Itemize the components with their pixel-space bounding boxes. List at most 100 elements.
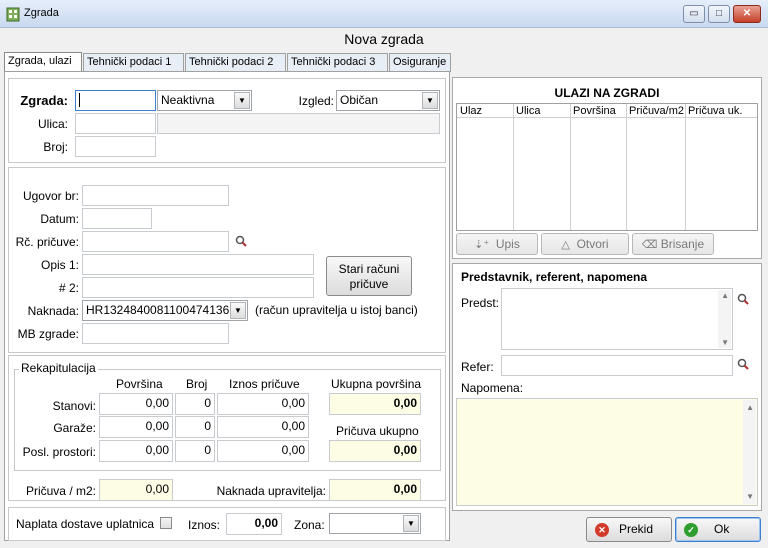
- prekid-button[interactable]: ✕ Prekid: [586, 517, 672, 542]
- broj-input[interactable]: [75, 136, 156, 157]
- ugovor-label: Ugovor br:: [22, 189, 79, 203]
- refer-label: Refer:: [461, 360, 494, 374]
- izgled-label: Izgled:: [298, 94, 334, 108]
- minimize-button[interactable]: ▭: [683, 5, 705, 23]
- row-garaze-label: Garaže:: [53, 421, 96, 435]
- open-icon: △: [561, 239, 570, 251]
- naknada-label: Naknada:: [27, 304, 79, 318]
- posl-prostori-broj[interactable]: 0: [175, 440, 215, 462]
- upis-label: Upis: [495, 237, 520, 251]
- column-divider: [626, 104, 627, 230]
- building-icon: [6, 7, 20, 22]
- stanovi-povrsina[interactable]: 0,00: [99, 393, 173, 415]
- recap-legend: Rekapitulacija: [19, 361, 98, 375]
- tab-zgrada-ulazi[interactable]: Zgrada, ulazi: [4, 52, 82, 72]
- zona-select[interactable]: ▼: [329, 513, 421, 534]
- search-icon[interactable]: [737, 358, 749, 370]
- pricuva-ukupno-label: Pričuva ukupno: [336, 424, 419, 438]
- row-posl-prostori-label: Posl. prostori:: [22, 445, 96, 459]
- naplata-checkbox[interactable]: [160, 517, 172, 529]
- zgrada-input[interactable]: [75, 90, 156, 111]
- scroll-up-icon[interactable]: ▲: [721, 291, 729, 300]
- chevron-down-icon[interactable]: ▼: [230, 302, 246, 319]
- ulica-name-field: [157, 113, 440, 134]
- garaze-broj[interactable]: 0: [175, 416, 215, 438]
- brisanje-button[interactable]: ⌫ Brisanje: [632, 233, 714, 255]
- tab-tehnicki-2[interactable]: Tehnički podaci 2: [185, 53, 286, 72]
- rc-pricuve-input[interactable]: [82, 231, 229, 252]
- close-button[interactable]: ✕: [733, 5, 761, 23]
- tab-tehnicki-3[interactable]: Tehnički podaci 3: [287, 53, 388, 72]
- zgrada-label: Zgrada:: [20, 93, 68, 108]
- stanovi-broj[interactable]: 0: [175, 393, 215, 415]
- col-ulaz: Ulaz: [460, 105, 483, 117]
- col-pricuva-m2: Pričuva/m2: [629, 105, 685, 117]
- scrollbar[interactable]: [743, 400, 756, 504]
- predst-textarea[interactable]: ▲ ▼: [501, 288, 733, 350]
- izgled-value: Običan: [340, 93, 379, 107]
- predst-label: Predst:: [461, 296, 500, 310]
- iznos-input[interactable]: 0,00: [226, 513, 282, 535]
- opis1-label: Opis 1:: [40, 258, 79, 272]
- otvori-button[interactable]: △ Otvori: [541, 233, 629, 255]
- opis2-input[interactable]: [82, 277, 314, 298]
- tab-osiguranje[interactable]: Osiguranje: [389, 53, 451, 72]
- ukupna-povrsina-value: 0,00: [329, 393, 421, 415]
- izgled-select[interactable]: Običan ▼: [336, 90, 440, 111]
- prekid-label: Prekid: [619, 522, 654, 536]
- stari-racuni-button[interactable]: Stari računi pričuve: [326, 256, 412, 296]
- chevron-down-icon[interactable]: ▼: [403, 515, 419, 532]
- datum-input[interactable]: [82, 208, 152, 229]
- naknada-upravitelja-value[interactable]: 0,00: [329, 479, 421, 501]
- stanovi-iznos[interactable]: 0,00: [217, 393, 309, 415]
- pricuva-m2-label: Pričuva / m2:: [25, 484, 96, 498]
- col-iznos: Iznos pričuve: [229, 377, 300, 391]
- ok-button[interactable]: ✓ Ok: [675, 517, 761, 542]
- text-caret: [79, 92, 80, 107]
- tab-tehnicki-1[interactable]: Tehnički podaci 1: [83, 53, 184, 72]
- representative-title: Predstavnik, referent, napomena: [461, 270, 648, 284]
- entrances-title: ULAZI NA ZGRADI: [554, 86, 660, 100]
- upis-button[interactable]: ⇣⁺ Upis: [456, 233, 538, 255]
- napomena-textarea[interactable]: ▲ ▼: [456, 398, 758, 506]
- posl-prostori-povrsina[interactable]: 0,00: [99, 440, 173, 462]
- garaze-iznos[interactable]: 0,00: [217, 416, 309, 438]
- col-ulica: Ulica: [516, 105, 541, 117]
- ok-label: Ok: [714, 522, 730, 536]
- window-title: Zgrada: [24, 7, 59, 19]
- refer-input[interactable]: [501, 355, 733, 376]
- naknada-select[interactable]: HR1324840081100474136 ▼: [82, 300, 248, 321]
- broj-label: Broj:: [43, 140, 68, 154]
- scroll-down-icon[interactable]: ▼: [721, 338, 729, 347]
- mb-zgrade-input[interactable]: [82, 323, 229, 344]
- column-divider: [513, 104, 514, 230]
- row-stanovi-label: Stanovi:: [52, 399, 96, 413]
- ulica-code-input[interactable]: [75, 113, 156, 134]
- chevron-down-icon[interactable]: ▼: [234, 92, 250, 109]
- column-divider: [570, 104, 571, 230]
- stari-racuni-line2: pričuve: [349, 277, 389, 291]
- opis1-input[interactable]: [82, 254, 314, 275]
- napomena-label: Napomena:: [461, 381, 524, 395]
- rc-pricuve-label: Rč. pričuve:: [15, 235, 79, 249]
- posl-prostori-iznos[interactable]: 0,00: [217, 440, 309, 462]
- scroll-down-icon[interactable]: ▼: [746, 492, 754, 501]
- scroll-up-icon[interactable]: ▲: [746, 403, 754, 412]
- col-pricuva-uk: Pričuva uk.: [688, 105, 743, 117]
- entrances-list[interactable]: Ulaz Ulica Površina Pričuva/m2 Pričuva u…: [456, 103, 758, 231]
- garaze-povrsina[interactable]: 0,00: [99, 416, 173, 438]
- check-icon: ✓: [684, 523, 698, 537]
- iznos-label: Iznos:: [188, 518, 221, 532]
- datum-label: Datum:: [40, 212, 79, 226]
- chevron-down-icon[interactable]: ▼: [422, 92, 438, 109]
- maximize-button[interactable]: □: [708, 5, 730, 23]
- status-select[interactable]: Neaktivna ▼: [157, 90, 252, 111]
- naknada-upravitelja-label: Naknada upravitelja:: [216, 484, 326, 498]
- column-divider: [685, 104, 686, 230]
- col-povrsina: Površina: [573, 105, 616, 117]
- pricuva-m2-value[interactable]: 0,00: [99, 479, 173, 501]
- stari-racuni-line1: Stari računi: [338, 262, 400, 276]
- ugovor-input[interactable]: [82, 185, 229, 206]
- search-icon[interactable]: [737, 293, 749, 305]
- search-icon[interactable]: [235, 235, 247, 247]
